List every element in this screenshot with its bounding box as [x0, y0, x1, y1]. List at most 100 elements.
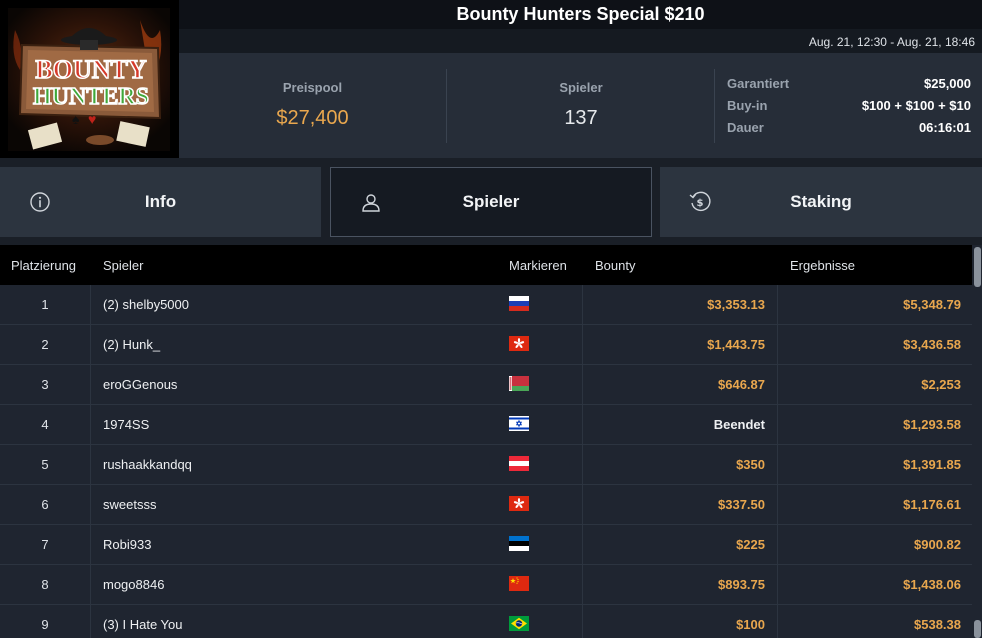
user-icon: [360, 192, 382, 214]
players-label: Spieler: [559, 80, 603, 95]
table-header: Platzierung Spieler Markieren Bounty Erg…: [0, 245, 972, 285]
tab-label: Staking: [790, 192, 852, 211]
tournament-lobby: BOUNTY HUNTERS ♠ ♥ Bounty Hunters Specia…: [0, 0, 982, 638]
bounty-cell: $893.75: [718, 577, 765, 592]
table-row[interactable]: 8 mogo8846 $893.75 $1,438.06: [0, 565, 972, 605]
detail-row-guaranteed: Garantiert $25,000: [727, 75, 971, 97]
detail-value: 06:16:01: [918, 120, 971, 135]
table-row[interactable]: 3 eroGGenous $646.87 $2,253: [0, 365, 972, 405]
player-name[interactable]: rushaakkandqq: [103, 445, 192, 485]
tab-label: Info: [144, 192, 177, 211]
tournament-title: Bounty Hunters Special $210: [179, 0, 982, 29]
table-row[interactable]: 6 sweetsss $337.50 $1,176.61: [0, 485, 972, 525]
bounty-cell: $646.87: [718, 377, 765, 392]
result-cell: $900.82: [914, 537, 961, 552]
svg-text:♠: ♠: [72, 111, 80, 127]
tab-bar: Info Spieler $ Staking: [0, 158, 982, 245]
table-row[interactable]: 7 Robi933 $225 $900.82: [0, 525, 972, 565]
result-cell: $1,176.61: [903, 497, 961, 512]
hong-kong-flag-icon: [509, 336, 529, 351]
header-bounty[interactable]: Bounty: [595, 258, 635, 273]
result-cell: $3,436.58: [903, 337, 961, 352]
bounty-cell: $225: [736, 537, 765, 552]
rank-cell: 9: [41, 617, 49, 632]
bounty-cell: $3,353.13: [707, 297, 765, 312]
stats-panel: Preispool $27,400 Spieler 137 Garantiert…: [179, 53, 982, 158]
svg-text:$: $: [697, 198, 704, 209]
tab-players[interactable]: Spieler: [330, 167, 652, 237]
prizepool-label: Preispool: [282, 80, 343, 95]
prizepool-value: $27,400: [276, 107, 349, 129]
tournament-details: Garantiert $25,000 Buy-in $100 + $100 + …: [727, 75, 971, 141]
hong-kong-flag-icon: [509, 496, 529, 511]
tab-info[interactable]: Info: [0, 167, 321, 237]
russia-flag-icon: [509, 296, 529, 311]
austria-flag-icon: [509, 456, 529, 471]
table-row[interactable]: 2 (2) Hunk_ $1,443.75 $3,436.58: [0, 325, 972, 365]
svg-text:HUNTERS: HUNTERS: [33, 84, 149, 110]
detail-key: Dauer: [727, 120, 764, 135]
rank-cell: 6: [41, 497, 49, 512]
rank-cell: 5: [41, 457, 49, 472]
players-value: 137: [564, 107, 598, 129]
result-cell: $1,438.06: [903, 577, 961, 592]
rank-cell: 2: [41, 337, 49, 352]
estonia-flag-icon: [509, 536, 529, 551]
result-cell: $1,391.85: [903, 457, 961, 472]
tab-staking[interactable]: $ Staking: [660, 167, 982, 237]
player-name[interactable]: (2) Hunk_: [103, 325, 160, 365]
player-name[interactable]: mogo8846: [103, 565, 164, 605]
header-flag[interactable]: Markieren: [509, 258, 567, 273]
rank-cell: 1: [41, 297, 49, 312]
detail-row-duration: Dauer 06:16:01: [727, 119, 971, 141]
player-name[interactable]: sweetsss: [103, 485, 156, 525]
bounty-cell: $1,443.75: [707, 337, 765, 352]
belarus-flag-icon: [509, 376, 529, 391]
player-name[interactable]: (3) I Hate You: [103, 605, 183, 638]
israel-flag-icon: [509, 416, 529, 431]
column-divider: [90, 285, 91, 638]
table-row[interactable]: 9 (3) I Hate You $100 $538.38: [0, 605, 972, 638]
result-cell: $5,348.79: [903, 297, 961, 312]
rank-cell: 4: [41, 417, 49, 432]
scrollbar-track[interactable]: [972, 245, 982, 638]
player-name[interactable]: Robi933: [103, 525, 151, 565]
player-name[interactable]: eroGGenous: [103, 365, 177, 405]
staking-icon: $: [689, 191, 711, 213]
brazil-flag-icon: [509, 616, 529, 631]
svg-text:♥: ♥: [88, 111, 96, 127]
bounty-cell: $337.50: [718, 497, 765, 512]
table-row[interactable]: 1 (2) shelby5000 $3,353.13 $5,348.79: [0, 285, 972, 325]
result-cell: $2,253: [921, 377, 961, 392]
prizepool-stat: Preispool $27,400: [179, 53, 446, 158]
detail-value: $25,000: [924, 76, 971, 91]
tab-label: Spieler: [462, 192, 520, 211]
header-player[interactable]: Spieler: [103, 258, 143, 273]
rank-cell: 7: [41, 537, 49, 552]
players-table: Platzierung Spieler Markieren Bounty Erg…: [0, 245, 972, 638]
tournament-logo: BOUNTY HUNTERS ♠ ♥: [0, 0, 179, 158]
bounty-cell: Beendet: [713, 417, 765, 432]
bounty-cell: $350: [736, 457, 765, 472]
header-results[interactable]: Ergebnisse: [790, 258, 855, 273]
bounty-cell: $100: [736, 617, 765, 632]
tournament-dates: Aug. 21, 12:30 - Aug. 21, 18:46: [179, 29, 982, 53]
player-name[interactable]: 1974SS: [103, 405, 149, 445]
scrollbar-thumb-end[interactable]: [974, 620, 981, 638]
detail-key: Buy-in: [727, 98, 768, 113]
table-row[interactable]: 4 1974SS Beendet $1,293.58: [0, 405, 972, 445]
detail-key: Garantiert: [727, 76, 790, 91]
column-divider: [777, 285, 778, 638]
header-rank[interactable]: Platzierung: [11, 258, 76, 273]
china-flag-icon: [509, 576, 529, 591]
detail-value: $100 + $100 + $10: [861, 98, 971, 113]
stats-divider: [714, 69, 715, 143]
svg-text:BOUNTY: BOUNTY: [35, 55, 146, 84]
table-row[interactable]: 5 rushaakkandqq $350 $1,391.85: [0, 445, 972, 485]
result-cell: $538.38: [914, 617, 961, 632]
player-name[interactable]: (2) shelby5000: [103, 285, 189, 325]
column-divider: [582, 285, 583, 638]
scrollbar-thumb[interactable]: [974, 247, 981, 287]
rank-cell: 8: [41, 577, 49, 592]
players-stat: Spieler 137: [447, 53, 715, 158]
